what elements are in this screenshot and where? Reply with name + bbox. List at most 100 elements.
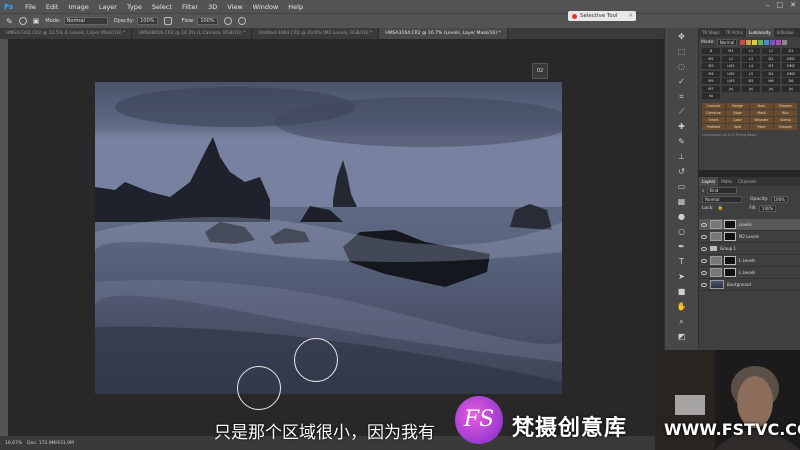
visibility-eye-icon[interactable] xyxy=(701,270,707,275)
pen-icon[interactable]: ✒ xyxy=(676,241,688,253)
selective-tool-window[interactable]: Selective Tool ✕ xyxy=(568,11,636,21)
color-swatch[interactable] xyxy=(770,40,776,45)
visibility-eye-icon[interactable] xyxy=(701,258,707,263)
brush-icon[interactable]: ✎ xyxy=(676,136,688,148)
luminosity-mask-button[interactable]: D3 xyxy=(762,63,780,69)
blend-mode-select[interactable]: Normal xyxy=(702,196,742,203)
eyedropper-icon[interactable]: ⟋ xyxy=(676,106,688,118)
luminosity-mask-button[interactable]: (x) xyxy=(742,85,760,92)
luminosity-mask-button[interactable]: DM3 xyxy=(782,70,800,77)
healing-icon[interactable]: ✚ xyxy=(676,121,688,133)
luminosity-action-button[interactable]: Smart xyxy=(702,117,725,123)
zoom-level[interactable]: 16.67% xyxy=(5,441,22,446)
quick-select-icon[interactable]: ✓ xyxy=(676,76,688,88)
navigator-button[interactable]: 02 xyxy=(532,63,548,79)
color-swatch-icon[interactable]: ◩ xyxy=(676,331,688,343)
luminosity-mask-button[interactable]: M3 xyxy=(702,63,720,69)
luminosity-mask-button[interactable]: L5 xyxy=(742,70,760,77)
menu-file[interactable]: File xyxy=(20,3,41,11)
color-swatch[interactable] xyxy=(776,40,782,45)
gradient-icon[interactable]: ▦ xyxy=(676,196,688,208)
luminosity-action-button[interactable]: Blur xyxy=(774,110,797,116)
luminosity-action-button[interactable]: Sharpen xyxy=(774,103,797,109)
visibility-eye-icon[interactable] xyxy=(701,282,707,287)
luminosity-action-button[interactable]: Paint xyxy=(750,124,773,130)
luminosity-mask-button[interactable]: M5 xyxy=(702,78,720,84)
brush-tool-icon[interactable]: ✎ xyxy=(6,17,13,26)
brush-panel-icon[interactable]: ▣ xyxy=(33,17,40,25)
move-icon[interactable]: ✥ xyxy=(676,31,688,43)
color-swatch[interactable] xyxy=(764,40,770,45)
layer-row[interactable]: L Levels xyxy=(699,267,800,279)
luminosity-mask-button[interactable]: L3 xyxy=(742,55,760,62)
luminosity-action-button[interactable]: Saturate xyxy=(750,117,773,123)
color-swatch[interactable] xyxy=(752,40,758,45)
close-icon[interactable]: ✕ xyxy=(628,13,633,19)
tab-initialize[interactable]: Initialize xyxy=(774,28,797,37)
menu-select[interactable]: Select xyxy=(147,3,177,11)
luminosity-mask-button[interactable]: DM2 xyxy=(782,63,800,69)
luminosity-mask-button[interactable]: D xyxy=(702,48,720,54)
luminosity-mask-button[interactable]: L1 xyxy=(742,48,760,54)
visibility-eye-icon[interactable] xyxy=(701,222,707,227)
luminosity-mask-button[interactable]: LM1 xyxy=(722,63,740,69)
airbrush-icon[interactable] xyxy=(223,17,232,25)
kind-select[interactable]: Kind xyxy=(706,187,737,194)
opacity-field[interactable]: 100% xyxy=(137,17,158,25)
mode-select[interactable]: Normal xyxy=(63,17,108,25)
tab-channels[interactable]: Channels xyxy=(735,177,760,186)
mode-select[interactable]: Normal xyxy=(716,39,738,46)
luminosity-mask-button[interactable]: D6 xyxy=(782,78,800,84)
layer-row[interactable]: Levels xyxy=(699,219,800,231)
menu-type[interactable]: Type xyxy=(122,3,147,11)
marquee-icon[interactable]: ⬚ xyxy=(676,46,688,58)
flow-field[interactable]: 100% xyxy=(197,17,218,25)
luminosity-action-button[interactable]: Stamp xyxy=(774,117,797,123)
tab-luminosity[interactable]: Luminosity xyxy=(745,28,774,37)
luminosity-mask-button[interactable]: M4 xyxy=(702,70,720,77)
luminosity-action-button[interactable]: Color xyxy=(726,117,749,123)
eraser-icon[interactable]: ▭ xyxy=(676,181,688,193)
layer-mask-thumbnail[interactable] xyxy=(724,232,736,241)
luminosity-action-button[interactable]: Edge xyxy=(726,110,749,116)
menu-help[interactable]: Help xyxy=(283,3,308,11)
document-tab[interactable]: HMSA8016.CR2 @ 14.3% (L Camera, RGB/16) … xyxy=(132,28,253,39)
document-tab-active[interactable]: HMSA3164.CR2 @ 16.7% (Levels, Layer Mask… xyxy=(379,28,508,39)
lock-icon[interactable]: 🔒 xyxy=(718,206,724,211)
luminosity-action-button[interactable]: Split xyxy=(726,124,749,130)
stamp-icon[interactable]: ⊥ xyxy=(676,151,688,163)
menu-image[interactable]: Image xyxy=(63,3,93,11)
luminosity-mask-button[interactable]: LM2 xyxy=(722,70,740,77)
pressure-opacity-icon[interactable] xyxy=(163,17,172,25)
layer-row[interactable]: M2 Levels xyxy=(699,231,800,243)
luminosity-mask-button[interactable]: D5 xyxy=(742,78,760,84)
luminosity-action-button[interactable]: Contrast xyxy=(702,103,725,109)
luminosity-mask-button[interactable]: (x) xyxy=(722,85,740,92)
document-tab[interactable]: HMSA7342.CR2 @ 12.5% (L Levels, Layer Ma… xyxy=(0,28,133,39)
tab-layers[interactable]: Layers xyxy=(699,177,719,186)
lasso-icon[interactable]: ◌ xyxy=(676,61,688,73)
luminosity-mask-button[interactable]: Vo xyxy=(702,93,720,99)
shape-icon[interactable]: ■ xyxy=(676,286,688,298)
close-icon[interactable]: ✕ xyxy=(790,1,796,9)
color-swatch[interactable] xyxy=(758,40,764,45)
layer-mask-thumbnail[interactable] xyxy=(724,256,736,265)
pressure-size-icon[interactable] xyxy=(237,17,246,25)
zoom-icon[interactable]: ⌕ xyxy=(676,316,688,328)
menu-view[interactable]: View xyxy=(222,3,247,11)
document-tab[interactable]: Untitled-1064.CR2 @ 20.6% (M2 Levels, RG… xyxy=(252,28,380,39)
luminosity-mask-button[interactable]: L2 xyxy=(722,55,740,62)
luminosity-mask-button[interactable]: L2 xyxy=(762,48,780,54)
luminosity-action-button[interactable]: Burn xyxy=(750,103,773,109)
visibility-eye-icon[interactable] xyxy=(701,246,707,251)
menu-filter[interactable]: Filter xyxy=(177,3,203,11)
luminosity-mask-button[interactable]: DM1 xyxy=(782,55,800,62)
blur-icon[interactable]: ● xyxy=(676,211,688,223)
tab-paths[interactable]: Paths xyxy=(718,177,735,186)
visibility-eye-icon[interactable] xyxy=(701,234,707,239)
luminosity-mask-button[interactable]: LM3 xyxy=(722,78,740,84)
menu-edit[interactable]: Edit xyxy=(41,3,64,11)
layer-mask-thumbnail[interactable] xyxy=(724,268,736,277)
tab-tk-actns[interactable]: TK Actns xyxy=(723,28,746,37)
luminosity-mask-button[interactable]: M1 xyxy=(722,48,740,54)
